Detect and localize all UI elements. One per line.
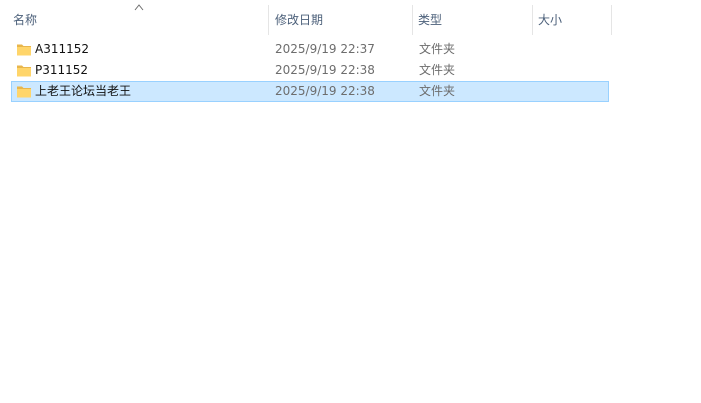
file-type: 文件夹 <box>419 42 456 56</box>
file-name: P311152 <box>35 63 89 77</box>
file-name: A311152 <box>35 42 90 56</box>
file-name: 上老王论坛当老王 <box>35 84 132 98</box>
file-type: 文件夹 <box>419 84 456 98</box>
column-divider[interactable] <box>611 5 612 35</box>
file-row-selected[interactable]: 上老王论坛当老王 2025/9/19 22:38 文件夹 <box>11 81 609 102</box>
folder-icon <box>17 86 31 98</box>
file-row[interactable]: P311152 2025/9/19 22:38 文件夹 <box>11 60 609 81</box>
column-header-size[interactable]: 大小 <box>533 5 611 35</box>
folder-icon <box>17 65 31 77</box>
file-row[interactable]: A311152 2025/9/19 22:37 文件夹 <box>11 39 609 60</box>
file-date-modified: 2025/9/19 22:38 <box>275 63 375 77</box>
column-header-type[interactable]: 类型 <box>413 5 532 35</box>
file-type: 文件夹 <box>419 63 456 77</box>
column-divider[interactable] <box>268 5 269 35</box>
file-list-view: 名称 修改日期 类型 大小 A311152 2025/9/19 22:37 文件… <box>0 0 701 403</box>
file-date-modified: 2025/9/19 22:37 <box>275 42 375 56</box>
column-header-name[interactable]: 名称 <box>8 5 268 35</box>
column-header-date-modified[interactable]: 修改日期 <box>270 5 412 35</box>
file-date-modified: 2025/9/19 22:38 <box>275 84 375 98</box>
folder-icon <box>17 44 31 56</box>
column-header-bar: 名称 修改日期 类型 大小 <box>0 0 701 38</box>
